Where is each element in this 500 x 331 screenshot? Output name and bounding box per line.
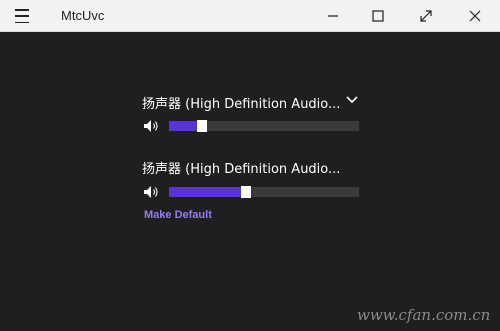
slider-fill	[169, 187, 245, 197]
maximize-icon	[372, 10, 384, 22]
minimize-button[interactable]	[310, 0, 356, 32]
close-button[interactable]	[452, 0, 498, 32]
speaker-icon[interactable]	[143, 185, 160, 199]
chevron-down-icon[interactable]	[346, 95, 358, 105]
device-2-name: 扬声器 (High Definition Audio...	[142, 162, 341, 177]
device-1-name: 扬声器 (High Definition Audio...	[142, 97, 341, 112]
hamburger-menu-icon[interactable]	[10, 9, 34, 23]
close-icon	[469, 10, 481, 22]
minimize-icon	[328, 15, 338, 17]
title-bar: MtcUvc	[0, 0, 500, 32]
maximize-button[interactable]	[355, 0, 401, 32]
slider-thumb[interactable]	[197, 120, 208, 132]
fullscreen-button[interactable]	[403, 0, 449, 32]
volume-slider-1[interactable]	[169, 120, 359, 132]
watermark-text: www.cfan.com.cn	[357, 306, 491, 324]
volume-slider-2[interactable]	[169, 186, 359, 198]
make-default-link[interactable]: Make Default	[144, 209, 212, 221]
speaker-icon[interactable]	[143, 119, 160, 133]
slider-thumb[interactable]	[241, 186, 251, 198]
app-title: MtcUvc	[61, 8, 105, 23]
fullscreen-icon	[420, 10, 432, 22]
